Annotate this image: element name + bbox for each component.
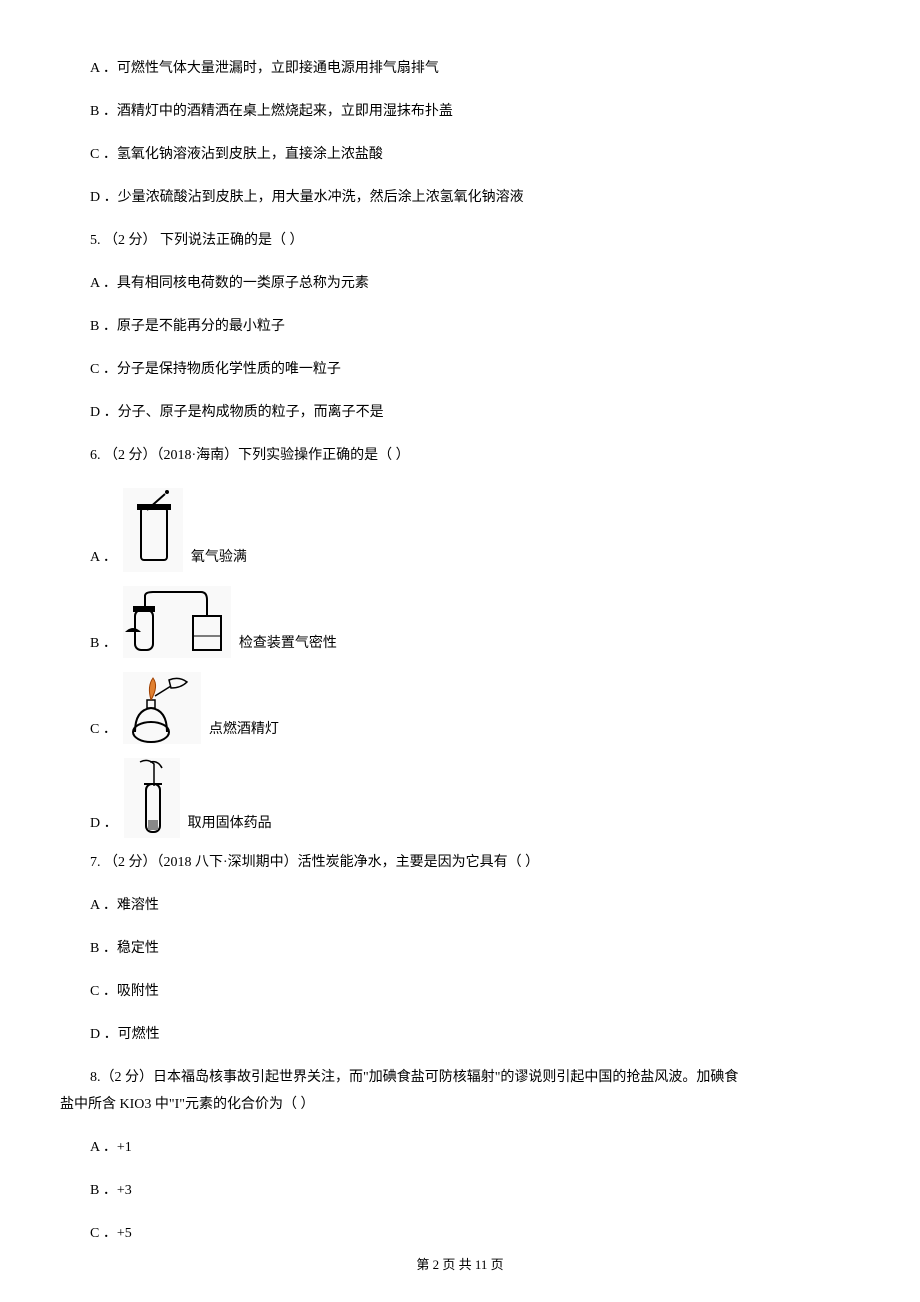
take-solid-icon xyxy=(124,758,180,838)
q8-option-c: C ．+5 xyxy=(90,1223,860,1244)
q6-option-c-label: 点燃酒精灯 xyxy=(209,719,279,744)
q5-stem: 5. （2 分） 下列说法正确的是（ ） xyxy=(90,230,860,251)
q7-option-d: D ．可燃性 xyxy=(90,1024,860,1045)
q6-option-b-letter: B ． xyxy=(90,633,117,658)
light-lamp-icon xyxy=(123,672,201,744)
page-footer: 第 2 页 共 11 页 xyxy=(0,1255,920,1275)
q6-option-c-row: C ． 点燃酒精灯 xyxy=(90,672,860,744)
q4-option-b: B ．酒精灯中的酒精洒在桌上燃烧起来，立即用湿抹布扑盖 xyxy=(90,101,860,122)
q6-option-d-image xyxy=(124,758,180,838)
q6-option-d-row: D ． 取用固体药品 xyxy=(90,758,860,838)
q6-option-d-letter: D ． xyxy=(90,813,118,838)
q5-option-b: B ．原子是不能再分的最小粒子 xyxy=(90,316,860,337)
q6-option-a-image xyxy=(123,488,183,572)
q6-stem: 6. （2 分）（2018·海南）下列实验操作正确的是（ ） xyxy=(90,445,860,466)
q7-option-c: C ．吸附性 xyxy=(90,981,860,1002)
q5-option-a: A ．具有相同核电荷数的一类原子总称为元素 xyxy=(90,273,860,294)
q6-option-a-row: A ． 氧气验满 xyxy=(90,488,860,572)
q5-option-d: D ．分子、原子是构成物质的粒子，而离子不是 xyxy=(90,402,860,423)
q6-option-c-image xyxy=(123,672,201,744)
q7-option-a: A ．难溶性 xyxy=(90,895,860,916)
q6-option-c-letter: C ． xyxy=(90,719,117,744)
q6-option-b-label: 检查装置气密性 xyxy=(239,633,337,658)
q6-option-a-letter: A ． xyxy=(90,547,117,572)
q8-option-a: A ．+1 xyxy=(90,1137,860,1158)
q8-stem-line2: 盐中所含 KIO3 中"I"元素的化合价为（ ） xyxy=(60,1094,860,1115)
q8-option-b: B ．+3 xyxy=(90,1180,860,1201)
q4-option-a: A ．可燃性气体大量泄漏时，立即接通电源用排气扇排气 xyxy=(90,58,860,79)
q6-option-d-label: 取用固体药品 xyxy=(188,813,272,838)
airtight-check-icon xyxy=(123,586,231,658)
oxygen-full-check-icon xyxy=(123,488,183,572)
q7-option-b: B ．稳定性 xyxy=(90,938,860,959)
q8-stem-line1: 8.（2 分）日本福岛核事故引起世界关注，而"加碘食盐可防核辐射"的谬说则引起中… xyxy=(90,1067,860,1088)
q7-stem: 7. （2 分）（2018 八下·深圳期中）活性炭能净水，主要是因为它具有（ ） xyxy=(90,852,860,873)
q4-option-c: C ．氢氧化钠溶液沾到皮肤上，直接涂上浓盐酸 xyxy=(90,144,860,165)
q6-option-a-label: 氧气验满 xyxy=(191,547,247,572)
q6-option-b-row: B ． 检查装置气密性 xyxy=(90,586,860,658)
q4-option-d: D ．少量浓硫酸沾到皮肤上，用大量水冲洗，然后涂上浓氢氧化钠溶液 xyxy=(90,187,860,208)
q5-option-c: C ．分子是保持物质化学性质的唯一粒子 xyxy=(90,359,860,380)
q6-option-b-image xyxy=(123,586,231,658)
